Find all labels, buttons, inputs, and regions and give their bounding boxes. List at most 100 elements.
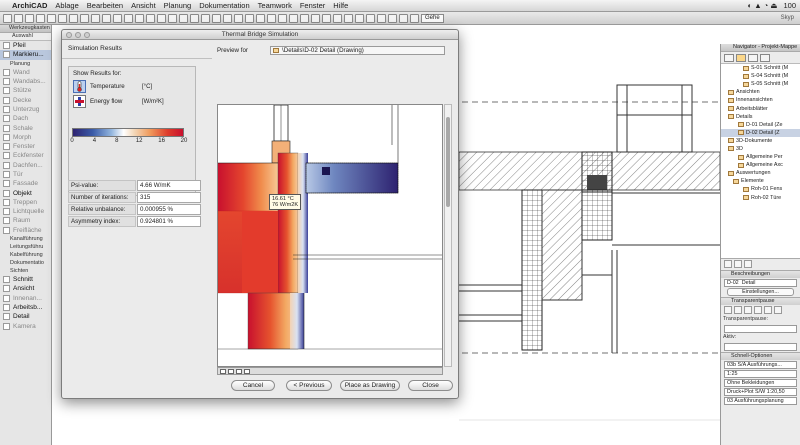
tool-treppen[interactable]: Treppen <box>0 198 51 207</box>
find-icon[interactable] <box>355 13 364 23</box>
tool-kamera[interactable]: Kamera <box>0 321 51 330</box>
menu-fenster[interactable]: Fenster <box>300 1 325 10</box>
delete-icon[interactable] <box>744 260 752 268</box>
publisher-tab-icon[interactable] <box>760 54 770 62</box>
zoom-out-icon[interactable] <box>228 368 234 374</box>
transparency-icon-4[interactable] <box>754 306 762 314</box>
quick-option-row[interactable]: 03 Ausführungsplanung <box>724 397 797 405</box>
tree-item[interactable]: S-05 Schnitt (M <box>721 80 800 88</box>
project-map-tab-icon[interactable] <box>724 54 734 62</box>
menu-teamwork[interactable]: Teamwork <box>258 1 292 10</box>
3d-icon[interactable] <box>135 13 144 23</box>
pan-hand-icon[interactable] <box>244 368 250 374</box>
tool-objekt[interactable]: Objekt <box>0 188 51 197</box>
tool-schnitt[interactable]: Schnitt <box>0 275 51 284</box>
preview-for-select[interactable]: \Details\D-02 Detail (Drawing) <box>270 45 445 55</box>
menu-dokumentation[interactable]: Dokumentation <box>199 1 249 10</box>
tree-item[interactable]: D-02 Detail (Z <box>721 128 800 137</box>
tool-fassade[interactable]: Fassade <box>0 179 51 188</box>
layers-icon[interactable] <box>113 13 122 23</box>
measure-icon[interactable] <box>179 13 188 23</box>
tree-item[interactable]: Ansichten <box>721 88 800 96</box>
settings-button[interactable]: Einstellungen... <box>727 288 794 296</box>
tool-morph[interactable]: Morph <box>0 133 51 142</box>
minimize-window-icon[interactable] <box>75 32 81 38</box>
new-view-icon[interactable] <box>724 260 732 268</box>
scrollbar-thumb[interactable] <box>446 117 450 207</box>
tree-item[interactable]: 3D-Dokumente <box>721 137 800 145</box>
goto-select[interactable]: Gehe <box>421 13 444 23</box>
navigator-icon[interactable] <box>333 13 342 23</box>
quick-option-row[interactable]: Druck+Plot S/W 1:20,50 <box>724 388 797 396</box>
menu-app-name[interactable]: ArchiCAD <box>12 1 47 10</box>
transparency-icon-5[interactable] <box>764 306 772 314</box>
preview-scrollbar[interactable] <box>444 104 452 367</box>
tree-item[interactable]: Auswertungen <box>721 169 800 177</box>
view-map-tab-icon[interactable] <box>736 54 746 62</box>
menu-bearbeiten[interactable]: Bearbeiten <box>87 1 123 10</box>
print-icon[interactable] <box>36 13 45 23</box>
settings-icon[interactable] <box>366 13 375 23</box>
thermal-preview[interactable]: 16.61 °C 76 W/m2K <box>217 104 443 367</box>
menu-ablage[interactable]: Ablage <box>55 1 78 10</box>
transparency-section[interactable]: Transparentpause <box>721 297 800 305</box>
tree-item[interactable]: Allgemeine Per <box>721 153 800 161</box>
elevation-icon[interactable] <box>157 13 166 23</box>
menu-planung[interactable]: Planung <box>164 1 192 10</box>
transparency-icon-3[interactable] <box>744 306 752 314</box>
tool-st-tze[interactable]: Stütze <box>0 86 51 95</box>
tool-fenster[interactable]: Fenster <box>0 142 51 151</box>
open-file-icon[interactable] <box>14 13 23 23</box>
tool-sichten[interactable]: Sichten <box>0 267 51 275</box>
redo-icon[interactable] <box>58 13 67 23</box>
place-as-drawing-button[interactable]: Place as Drawing <box>340 380 400 391</box>
quick-option-row[interactable]: Ohne Bekleidungen <box>724 379 797 387</box>
zone-icon[interactable] <box>212 13 221 23</box>
tool-wand[interactable]: Wand <box>0 68 51 77</box>
label-icon[interactable] <box>201 13 210 23</box>
publish-icon[interactable] <box>311 13 320 23</box>
tool-decke[interactable]: Decke <box>0 95 51 104</box>
tool-ansicht[interactable]: Ansicht <box>0 284 51 293</box>
dimension-icon[interactable] <box>399 13 408 23</box>
zoom-in-icon[interactable] <box>223 13 232 23</box>
tool-eckfenster[interactable]: Eckfenster <box>0 151 51 160</box>
fill-icon[interactable] <box>124 13 133 23</box>
tree-item[interactable]: S-01 Schnitt (M <box>721 64 800 72</box>
close-button[interactable]: Close <box>408 380 453 391</box>
new-file-icon[interactable] <box>3 13 12 23</box>
tool-freifl-che[interactable]: Freifläche <box>0 226 51 235</box>
tree-item[interactable]: Arbeitsblätter <box>721 104 800 112</box>
zoom-window-icon[interactable] <box>84 32 90 38</box>
fit-window-icon[interactable] <box>245 13 254 23</box>
tool-t-r[interactable]: Tür <box>0 170 51 179</box>
zoom-in-icon[interactable] <box>220 368 226 374</box>
transparency-icon-2[interactable] <box>734 306 742 314</box>
toolbox-section-selection[interactable]: Auswahl <box>0 33 51 41</box>
pencil-icon[interactable] <box>69 13 78 23</box>
tree-item[interactable]: Allgemeine Axc <box>721 161 800 169</box>
tool-raum[interactable]: Raum <box>0 216 51 225</box>
orbit-icon[interactable] <box>267 13 276 23</box>
menu-ansicht[interactable]: Ansicht <box>131 1 156 10</box>
tree-item[interactable]: Roh-01 Fens <box>721 185 800 193</box>
section-icon[interactable] <box>146 13 155 23</box>
tree-item[interactable]: Roh-02 Türe <box>721 194 800 202</box>
dialog-titlebar[interactable]: Thermal Bridge Simulation <box>62 30 458 40</box>
tool-leitungsf-hru[interactable]: Leitungsführu <box>0 243 51 251</box>
tree-item[interactable]: Details <box>721 113 800 121</box>
tool-dach[interactable]: Dach <box>0 114 51 123</box>
quick-option-row[interactable]: 03b S/A Ausführungs... <box>724 361 797 369</box>
menu-hilfe[interactable]: Hilfe <box>333 1 348 10</box>
tool-lichtquelle[interactable]: Lichtquelle <box>0 207 51 216</box>
tool-kanalf-hrung[interactable]: Kanalführung <box>0 235 51 243</box>
tool-kabelf-hrung[interactable]: Kabelführung <box>0 251 51 259</box>
transparency-icon-6[interactable] <box>774 306 782 314</box>
temperature-option[interactable]: Temperature [°C] <box>69 79 195 94</box>
hotspot-icon[interactable] <box>410 13 419 23</box>
tool-unterzug[interactable]: Unterzug <box>0 105 51 114</box>
undo-icon[interactable] <box>47 13 56 23</box>
tree-item[interactable]: D-01 Detail (Ze <box>721 121 800 129</box>
fit-icon[interactable] <box>236 368 242 374</box>
tool-pfeil[interactable]: Pfeil <box>0 41 51 50</box>
